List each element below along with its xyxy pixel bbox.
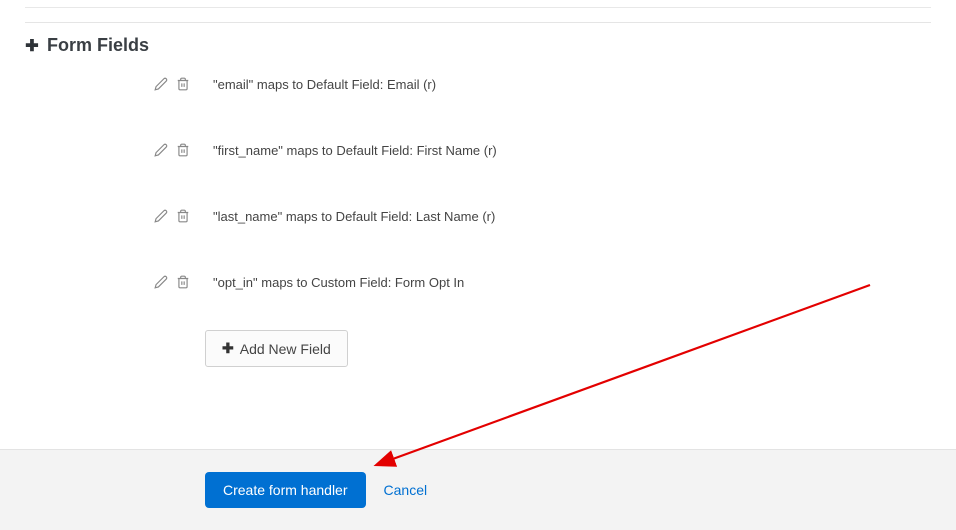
edit-icon[interactable]: [153, 208, 169, 224]
section-header: ✚ Form Fields: [25, 22, 931, 56]
field-mapping-text: "opt_in" maps to Custom Field: Form Opt …: [213, 275, 464, 290]
trash-icon[interactable]: [175, 76, 191, 92]
field-mapping-text: "email" maps to Default Field: Email (r): [213, 77, 436, 92]
section-title: Form Fields: [47, 35, 149, 56]
edit-icon[interactable]: [153, 142, 169, 158]
create-form-handler-button[interactable]: Create form handler: [205, 472, 366, 508]
plus-icon: ✚: [222, 340, 234, 357]
trash-icon[interactable]: [175, 142, 191, 158]
trash-icon[interactable]: [175, 274, 191, 290]
field-row: "last_name" maps to Default Field: Last …: [153, 208, 931, 224]
edit-icon[interactable]: [153, 274, 169, 290]
add-field-label: Add New Field: [240, 341, 331, 357]
field-row: "email" maps to Default Field: Email (r): [153, 76, 931, 92]
edit-icon[interactable]: [153, 76, 169, 92]
add-field-button[interactable]: ✚ Add New Field: [205, 330, 348, 367]
cancel-link[interactable]: Cancel: [384, 482, 428, 498]
field-list: "email" maps to Default Field: Email (r)…: [25, 76, 931, 290]
form-fields-section: ✚ Form Fields "email" maps to Default Fi…: [0, 8, 956, 367]
field-mapping-text: "first_name" maps to Default Field: Firs…: [213, 143, 497, 158]
footer-bar: Create form handler Cancel: [0, 449, 956, 530]
field-mapping-text: "last_name" maps to Default Field: Last …: [213, 209, 495, 224]
field-row: "opt_in" maps to Custom Field: Form Opt …: [153, 274, 931, 290]
trash-icon[interactable]: [175, 208, 191, 224]
field-row: "first_name" maps to Default Field: Firs…: [153, 142, 931, 158]
expand-icon[interactable]: ✚: [25, 36, 39, 56]
